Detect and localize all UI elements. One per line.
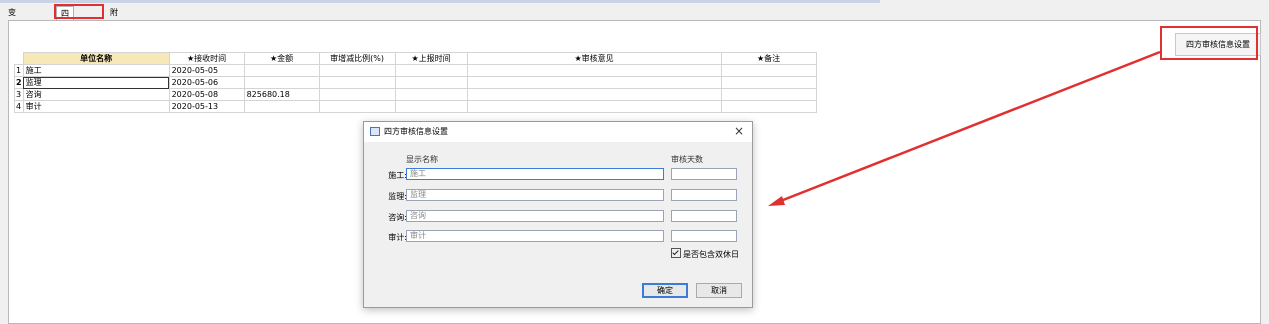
review-days-input[interactable] [671, 189, 737, 201]
ok-button[interactable]: 确定 [642, 283, 688, 298]
settings-dialog: 四方审核信息设置 × 显示名称 审核天数 施工: 施工 监理: 监理 咨询: 咨… [363, 121, 753, 308]
display-name-input[interactable]: 监理 [406, 189, 664, 201]
dialog-title: 四方审核信息设置 [384, 127, 448, 136]
window-icon [370, 127, 380, 136]
field-label: 施工: [388, 171, 407, 180]
arrow-shaft [777, 50, 1161, 204]
dialog-title-bar: 四方审核信息设置 × [364, 122, 752, 142]
display-name-header: 显示名称 [406, 155, 438, 164]
close-icon[interactable]: × [734, 124, 744, 138]
include-weekends-checkbox[interactable]: 是否包含双休日 [671, 248, 739, 260]
field-label: 咨询: [388, 213, 407, 222]
display-name-input[interactable]: 咨询 [406, 210, 664, 222]
review-days-input[interactable] [671, 210, 737, 222]
field-label: 审计: [388, 233, 407, 242]
review-days-header: 审核天数 [671, 155, 703, 164]
display-name-input[interactable]: 施工 [406, 168, 664, 180]
cancel-button[interactable]: 取消 [696, 283, 742, 298]
review-days-input[interactable] [671, 168, 737, 180]
arrow-head [768, 196, 785, 206]
checkbox-check-icon[interactable] [671, 248, 681, 258]
display-name-input[interactable]: 审计 [406, 230, 664, 242]
checkbox-label: 是否包含双休日 [683, 250, 739, 259]
field-label: 监理: [388, 192, 407, 201]
review-days-input[interactable] [671, 230, 737, 242]
